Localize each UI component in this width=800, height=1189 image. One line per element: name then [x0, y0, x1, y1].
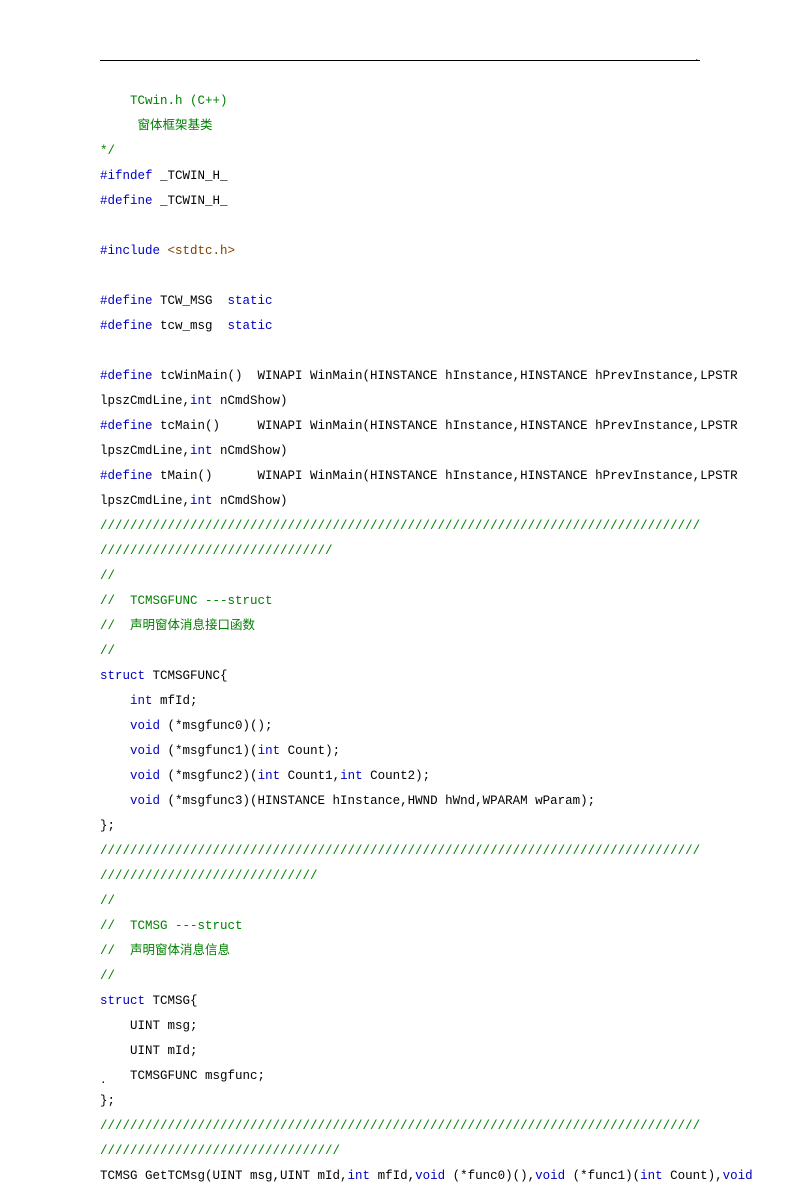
- page: . TCwin.h (C++) 窗体框架基类*/#ifndef _TCWIN_H…: [0, 0, 800, 1132]
- code-line: TCMSG GetTCMsg(UINT msg,UINT mId,int mfI…: [100, 1164, 700, 1189]
- code-line: #include <stdtc.h>: [100, 239, 700, 264]
- code-line: struct TCMSG{: [100, 989, 700, 1014]
- code-line: TCMSGFUNC msgfunc;: [100, 1064, 700, 1089]
- code-line: #define tcWinMain() WINAPI WinMain(HINST…: [100, 364, 700, 389]
- code-line: UINT msg;: [100, 1014, 700, 1039]
- code-line: #define tMain() WINAPI WinMain(HINSTANCE…: [100, 464, 700, 489]
- code-line: // 声明窗体消息信息: [100, 939, 700, 964]
- code-line: lpszCmdLine,int nCmdShow): [100, 489, 700, 514]
- code-line: /////////////////////////////: [100, 864, 700, 889]
- code-line: };: [100, 1089, 700, 1114]
- code-line: #define tcw_msg static: [100, 314, 700, 339]
- code-line: UINT mId;: [100, 1039, 700, 1064]
- code-line: #define _TCWIN_H_: [100, 189, 700, 214]
- header-rule: [100, 60, 700, 61]
- code-block: TCwin.h (C++) 窗体框架基类*/#ifndef _TCWIN_H_#…: [100, 89, 700, 1189]
- code-line: void (*msgfunc3)(HINSTANCE hInstance,HWN…: [100, 789, 700, 814]
- code-line: //: [100, 889, 700, 914]
- code-line: ////////////////////////////////////////…: [100, 514, 700, 539]
- code-line: [100, 339, 700, 364]
- header-dot: .: [693, 48, 700, 70]
- code-line: [100, 214, 700, 239]
- code-line: #ifndef _TCWIN_H_: [100, 164, 700, 189]
- code-line: //: [100, 639, 700, 664]
- code-line: void (*msgfunc2)(int Count1,int Count2);: [100, 764, 700, 789]
- code-line: lpszCmdLine,int nCmdShow): [100, 389, 700, 414]
- code-line: 窗体框架基类: [100, 114, 700, 139]
- code-line: [100, 264, 700, 289]
- code-line: // 声明窗体消息接口函数: [100, 614, 700, 639]
- code-line: #define tcMain() WINAPI WinMain(HINSTANC…: [100, 414, 700, 439]
- code-line: //: [100, 564, 700, 589]
- code-line: void (*msgfunc1)(int Count);: [100, 739, 700, 764]
- code-line: };: [100, 814, 700, 839]
- code-line: struct TCMSGFUNC{: [100, 664, 700, 689]
- code-line: #define TCW_MSG static: [100, 289, 700, 314]
- code-line: ////////////////////////////////: [100, 1139, 700, 1164]
- code-line: ////////////////////////////////////////…: [100, 839, 700, 864]
- footer-dot: .: [100, 1070, 107, 1092]
- code-line: lpszCmdLine,int nCmdShow): [100, 439, 700, 464]
- code-line: TCwin.h (C++): [100, 89, 700, 114]
- code-line: ////////////////////////////////////////…: [100, 1114, 700, 1139]
- code-line: ///////////////////////////////: [100, 539, 700, 564]
- code-line: //: [100, 964, 700, 989]
- code-line: // TCMSGFUNC ---struct: [100, 589, 700, 614]
- code-line: int mfId;: [100, 689, 700, 714]
- code-line: // TCMSG ---struct: [100, 914, 700, 939]
- code-line: */: [100, 139, 700, 164]
- code-line: void (*msgfunc0)();: [100, 714, 700, 739]
